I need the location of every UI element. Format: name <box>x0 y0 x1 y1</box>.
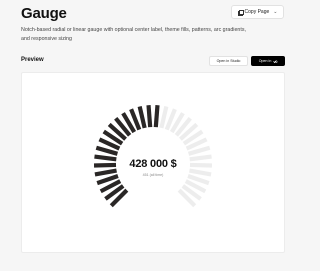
gauge-notch-filled <box>153 105 160 128</box>
gauge-notch-empty <box>159 106 169 129</box>
gauge-notch-filled <box>146 105 153 128</box>
gauge-center-subtitle: 451 (all time) <box>142 173 164 177</box>
gauge-chart <box>93 105 213 208</box>
gauge-notch-filled <box>137 106 147 129</box>
gauge-notch-filled <box>95 145 119 156</box>
gauge-notch-empty <box>187 145 211 156</box>
gauge-center-value: 428 000 $ <box>129 158 177 170</box>
